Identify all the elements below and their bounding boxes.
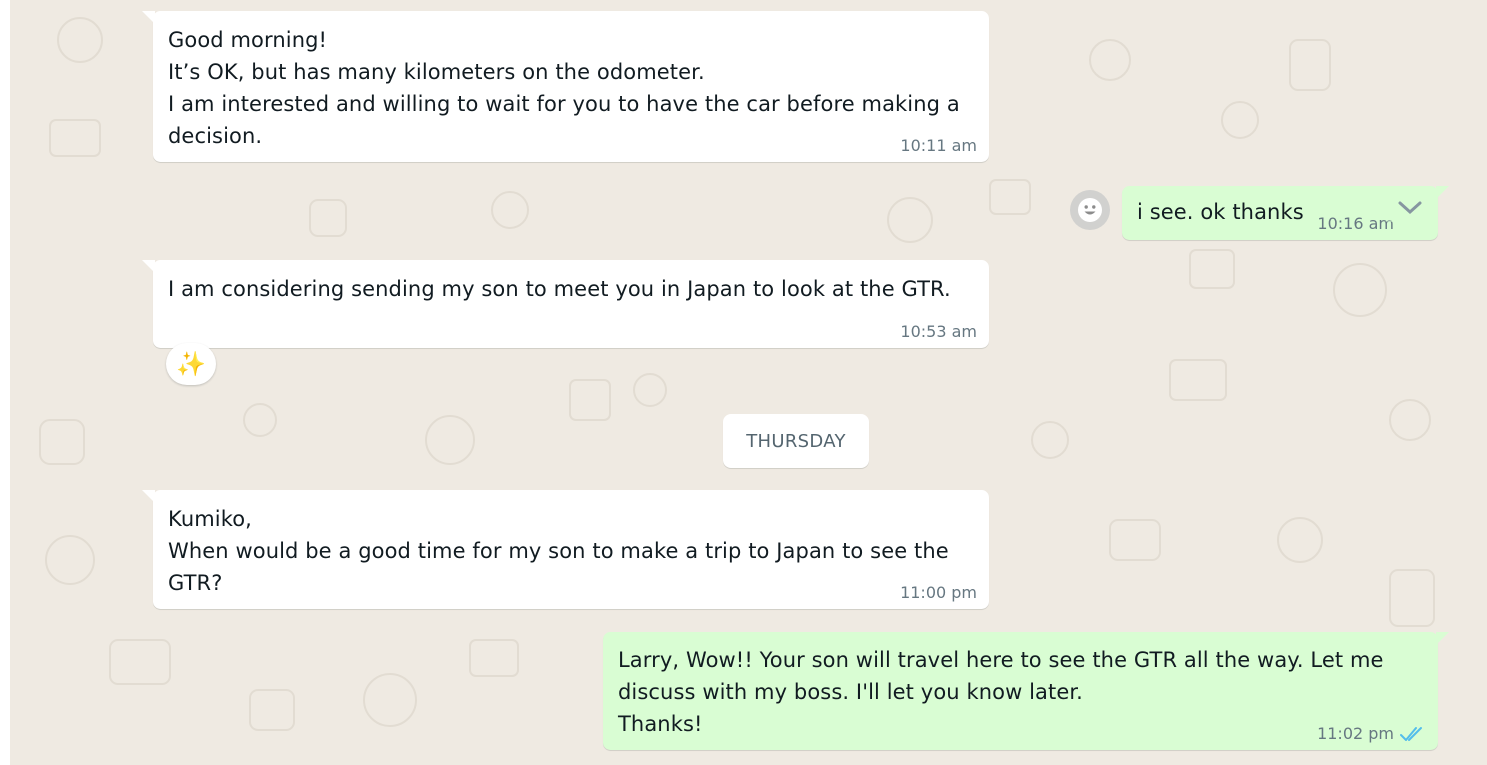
message-incoming[interactable]: I am considering sending my son to meet … — [142, 260, 989, 348]
message-text: Kumiko, When would be a good time for my… — [168, 507, 949, 595]
message-meta: 10:11 am — [900, 136, 977, 156]
message-incoming[interactable]: Good morning! It’s OK, but has many kilo… — [142, 11, 989, 162]
emoji-react-button[interactable] — [1070, 190, 1110, 230]
message-text: Larry, Wow!! Your son will travel here t… — [618, 648, 1384, 736]
chat-area[interactable]: Good morning! It’s OK, but has many kilo… — [10, 0, 1487, 765]
message-time: 11:00 pm — [900, 583, 977, 602]
bubble-tail — [142, 260, 155, 273]
message-meta: 11:00 pm — [900, 583, 977, 603]
day-divider-label: THURSDAY — [746, 430, 846, 452]
message-time: 10:53 am — [900, 322, 977, 341]
message-text: Good morning! It’s OK, but has many kilo… — [168, 28, 960, 148]
smiley-icon — [1078, 198, 1102, 222]
bubble-tail — [1436, 632, 1449, 645]
message-text: I am considering sending my son to meet … — [168, 277, 951, 301]
message-time: 11:02 pm — [1317, 724, 1394, 743]
message-menu-button[interactable] — [1382, 194, 1424, 222]
message-time: 10:11 am — [900, 136, 977, 155]
bubble-tail — [142, 11, 155, 24]
sparkles-icon: ✨ — [176, 350, 206, 378]
bubble-tail — [142, 490, 155, 503]
message-outgoing[interactable]: Larry, Wow!! Your son will travel here t… — [603, 632, 1449, 750]
message-text: i see. ok thanks — [1137, 200, 1304, 224]
double-check-icon — [1400, 727, 1422, 741]
message-outgoing[interactable]: i see. ok thanks 10:16 am — [1122, 186, 1449, 240]
message-reaction[interactable]: ✨ — [166, 343, 216, 385]
message-meta: 10:53 am — [900, 322, 977, 342]
message-incoming[interactable]: Kumiko, When would be a good time for my… — [142, 490, 989, 609]
message-meta: 11:02 pm — [1317, 724, 1426, 744]
chevron-down-icon — [1398, 201, 1422, 215]
bubble-tail — [1436, 186, 1449, 199]
day-divider: THURSDAY — [723, 414, 869, 468]
